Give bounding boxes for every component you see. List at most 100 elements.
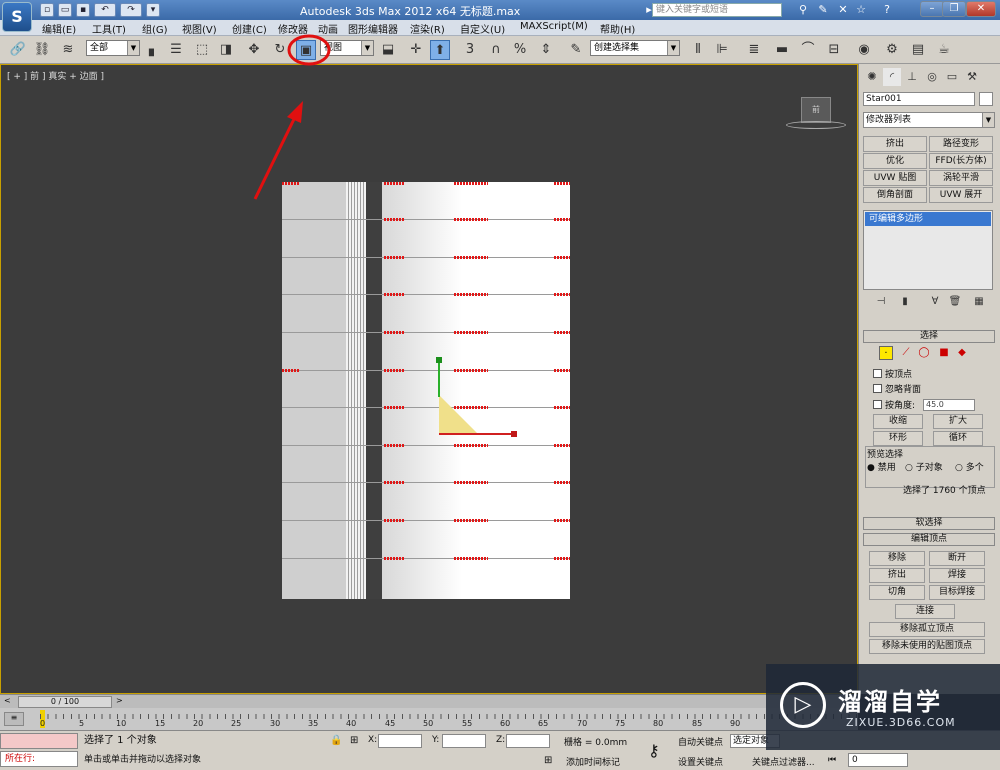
vertex-subobject-icon[interactable]: · (879, 346, 893, 360)
rectangular-selection-icon[interactable]: ⬚ (192, 40, 212, 60)
absolute-mode-icon[interactable]: ⊞ (350, 735, 358, 746)
by-vertex-checkbox[interactable] (873, 369, 882, 378)
loop-button[interactable]: 循环 (933, 431, 983, 446)
preview-multi-radio[interactable]: ○ 多个 (955, 460, 984, 473)
edit-vertices-rollout-header[interactable]: 编辑顶点 (863, 533, 995, 546)
viewport-front[interactable]: [ + ] 前 ] 真实 + 边面 ] 前 (0, 64, 858, 730)
key-filters-button[interactable]: 关键点过滤器... (752, 755, 815, 768)
display-tab-icon[interactable]: ▭ (943, 68, 961, 86)
configure-modifier-sets-icon[interactable]: ▦ (971, 296, 987, 310)
scale-gizmo-y-axis[interactable] (438, 361, 440, 397)
remove-button[interactable]: 移除 (869, 551, 925, 566)
edge-subobject-icon[interactable]: ⟋ (899, 346, 913, 360)
named-selection-dropdown[interactable]: 创建选择集 ▼ (590, 40, 680, 56)
minimize-button[interactable]: – (920, 1, 944, 17)
auto-key-button[interactable]: 自动关键点 (678, 735, 723, 748)
key-icon[interactable]: ⚷ (648, 741, 660, 760)
add-time-tag-button[interactable]: 添加时间标记 (566, 755, 620, 768)
time-tag-icon[interactable]: ⊞ (544, 755, 552, 766)
menu-edit[interactable]: 编辑(E) (42, 21, 76, 36)
graphite-ribbon-icon[interactable]: ▬ (772, 40, 792, 60)
weld-button[interactable]: 焊接 (929, 568, 985, 583)
modifier-extrude-button[interactable]: 挤出 (863, 136, 927, 152)
object-name-field[interactable]: Star001 (863, 92, 975, 106)
menu-tools[interactable]: 工具(T) (92, 21, 126, 36)
modifier-ffd-box-button[interactable]: FFD(长方体) (929, 153, 993, 169)
menu-rendering[interactable]: 渲染(R) (410, 21, 445, 36)
spinner-snap-icon[interactable]: ⇕ (536, 40, 556, 60)
angle-snap-icon[interactable]: ∩ (486, 40, 506, 60)
x-coordinate-field[interactable] (378, 734, 422, 748)
remove-unused-map-vertices-button[interactable]: 移除未使用的贴图顶点 (869, 639, 985, 654)
binoculars-icon[interactable]: ⚲ (796, 3, 810, 17)
motion-tab-icon[interactable]: ◎ (923, 68, 941, 86)
scale-gizmo-plane[interactable] (439, 395, 479, 435)
select-and-move-icon[interactable]: ✥ (244, 40, 264, 60)
connect-button[interactable]: 连接 (895, 604, 955, 619)
favorites-icon[interactable]: ☆ (854, 3, 868, 17)
mini-curve-editor-icon[interactable]: ≡ (4, 712, 24, 726)
extrude-button[interactable]: 挤出 (869, 568, 925, 583)
close-button[interactable]: ✕ (966, 1, 996, 17)
pin-stack-icon[interactable]: ⊣ (873, 296, 889, 310)
polygon-subobject-icon[interactable]: ■ (937, 346, 951, 360)
shrink-button[interactable]: 收缩 (873, 414, 923, 429)
mirror-icon[interactable]: ⫴ (688, 40, 708, 60)
snaps-toggle-icon[interactable]: 3 (460, 40, 480, 60)
material-editor-icon[interactable]: ◉ (854, 40, 874, 60)
lock-selection-icon[interactable]: 🔒 (330, 735, 342, 746)
current-frame-field[interactable]: 0 (848, 753, 908, 767)
select-by-name-icon[interactable]: ☰ (166, 40, 186, 60)
make-unique-icon[interactable]: ∀ (927, 296, 943, 310)
menu-create[interactable]: 创建(C) (232, 21, 267, 36)
remove-isolated-vertices-button[interactable]: 移除孤立顶点 (869, 622, 985, 637)
time-slider-thumb[interactable]: 0 / 100 (18, 696, 112, 708)
stack-item-editable-poly[interactable]: 可编辑多边形 (865, 212, 991, 226)
modifier-optimize-button[interactable]: 优化 (863, 153, 927, 169)
prev-frame-icon[interactable]: < (4, 696, 11, 705)
new-file-icon[interactable]: ▫ (40, 3, 54, 17)
preview-disabled-radio[interactable]: ● 禁用 (867, 460, 896, 473)
y-coordinate-field[interactable] (442, 734, 486, 748)
viewcube-compass-ring[interactable] (786, 121, 846, 129)
set-key-button[interactable]: 设置关键点 (678, 755, 723, 768)
by-angle-checkbox[interactable] (873, 400, 882, 409)
break-button[interactable]: 断开 (929, 551, 985, 566)
trackbar[interactable]: ≡ 0 5 10 15 20 25 30 35 40 45 50 55 60 6… (0, 708, 858, 730)
save-icon[interactable]: ▪ (76, 3, 90, 17)
keyboard-shortcut-override-icon[interactable]: ⬆ (430, 40, 450, 60)
restore-button[interactable]: ❐ (942, 1, 966, 17)
help-icon[interactable]: ? (880, 3, 894, 17)
ring-button[interactable]: 环形 (873, 431, 923, 446)
select-manipulate-icon[interactable]: ✛ (406, 40, 426, 60)
modifier-turbosmooth-button[interactable]: 涡轮平滑 (929, 170, 993, 186)
layer-manager-icon[interactable]: ≣ (744, 40, 764, 60)
menu-group[interactable]: 组(G) (142, 21, 168, 36)
modifier-path-deform-button[interactable]: 路径变形 (929, 136, 993, 152)
utilities-tab-icon[interactable]: ⚒ (963, 68, 981, 86)
render-production-icon[interactable]: ☕ (934, 40, 954, 60)
undo-icon[interactable]: ↶ (94, 3, 116, 17)
scale-gizmo-y-handle[interactable] (436, 357, 442, 363)
element-subobject-icon[interactable]: ◆ (955, 346, 969, 360)
viewcube[interactable]: 前 (801, 97, 831, 123)
modifier-unwrap-uvw-button[interactable]: UVW 展开 (929, 187, 993, 203)
menu-maxscript[interactable]: MAXScript(M) (520, 21, 588, 32)
angle-threshold-field[interactable]: 45.0 (923, 399, 975, 411)
soft-selection-rollout-header[interactable]: 软选择 (863, 517, 995, 530)
align-icon[interactable]: ⊫ (712, 40, 732, 60)
select-object-icon[interactable]: ▖ (144, 40, 164, 60)
next-frame-icon[interactable]: > (116, 696, 123, 705)
curve-editor-icon[interactable]: ⌒ (798, 40, 818, 60)
modifier-list-dropdown[interactable]: 修改器列表 ▼ (863, 112, 995, 128)
unlink-icon[interactable]: ⛓ (32, 40, 52, 60)
hierarchy-tab-icon[interactable]: ⊥ (903, 68, 921, 86)
create-tab-icon[interactable]: ✺ (863, 68, 881, 86)
select-and-link-icon[interactable]: 🔗 (8, 40, 28, 60)
scale-gizmo-x-axis[interactable] (439, 433, 513, 435)
time-slider[interactable]: < 0 / 100 > (0, 694, 858, 708)
menu-help[interactable]: 帮助(H) (600, 21, 635, 36)
ignore-backfacing-checkbox[interactable] (873, 384, 882, 393)
menu-graph-editors[interactable]: 图形编辑器 (348, 21, 398, 36)
modifier-uvw-map-button[interactable]: UVW 贴图 (863, 170, 927, 186)
